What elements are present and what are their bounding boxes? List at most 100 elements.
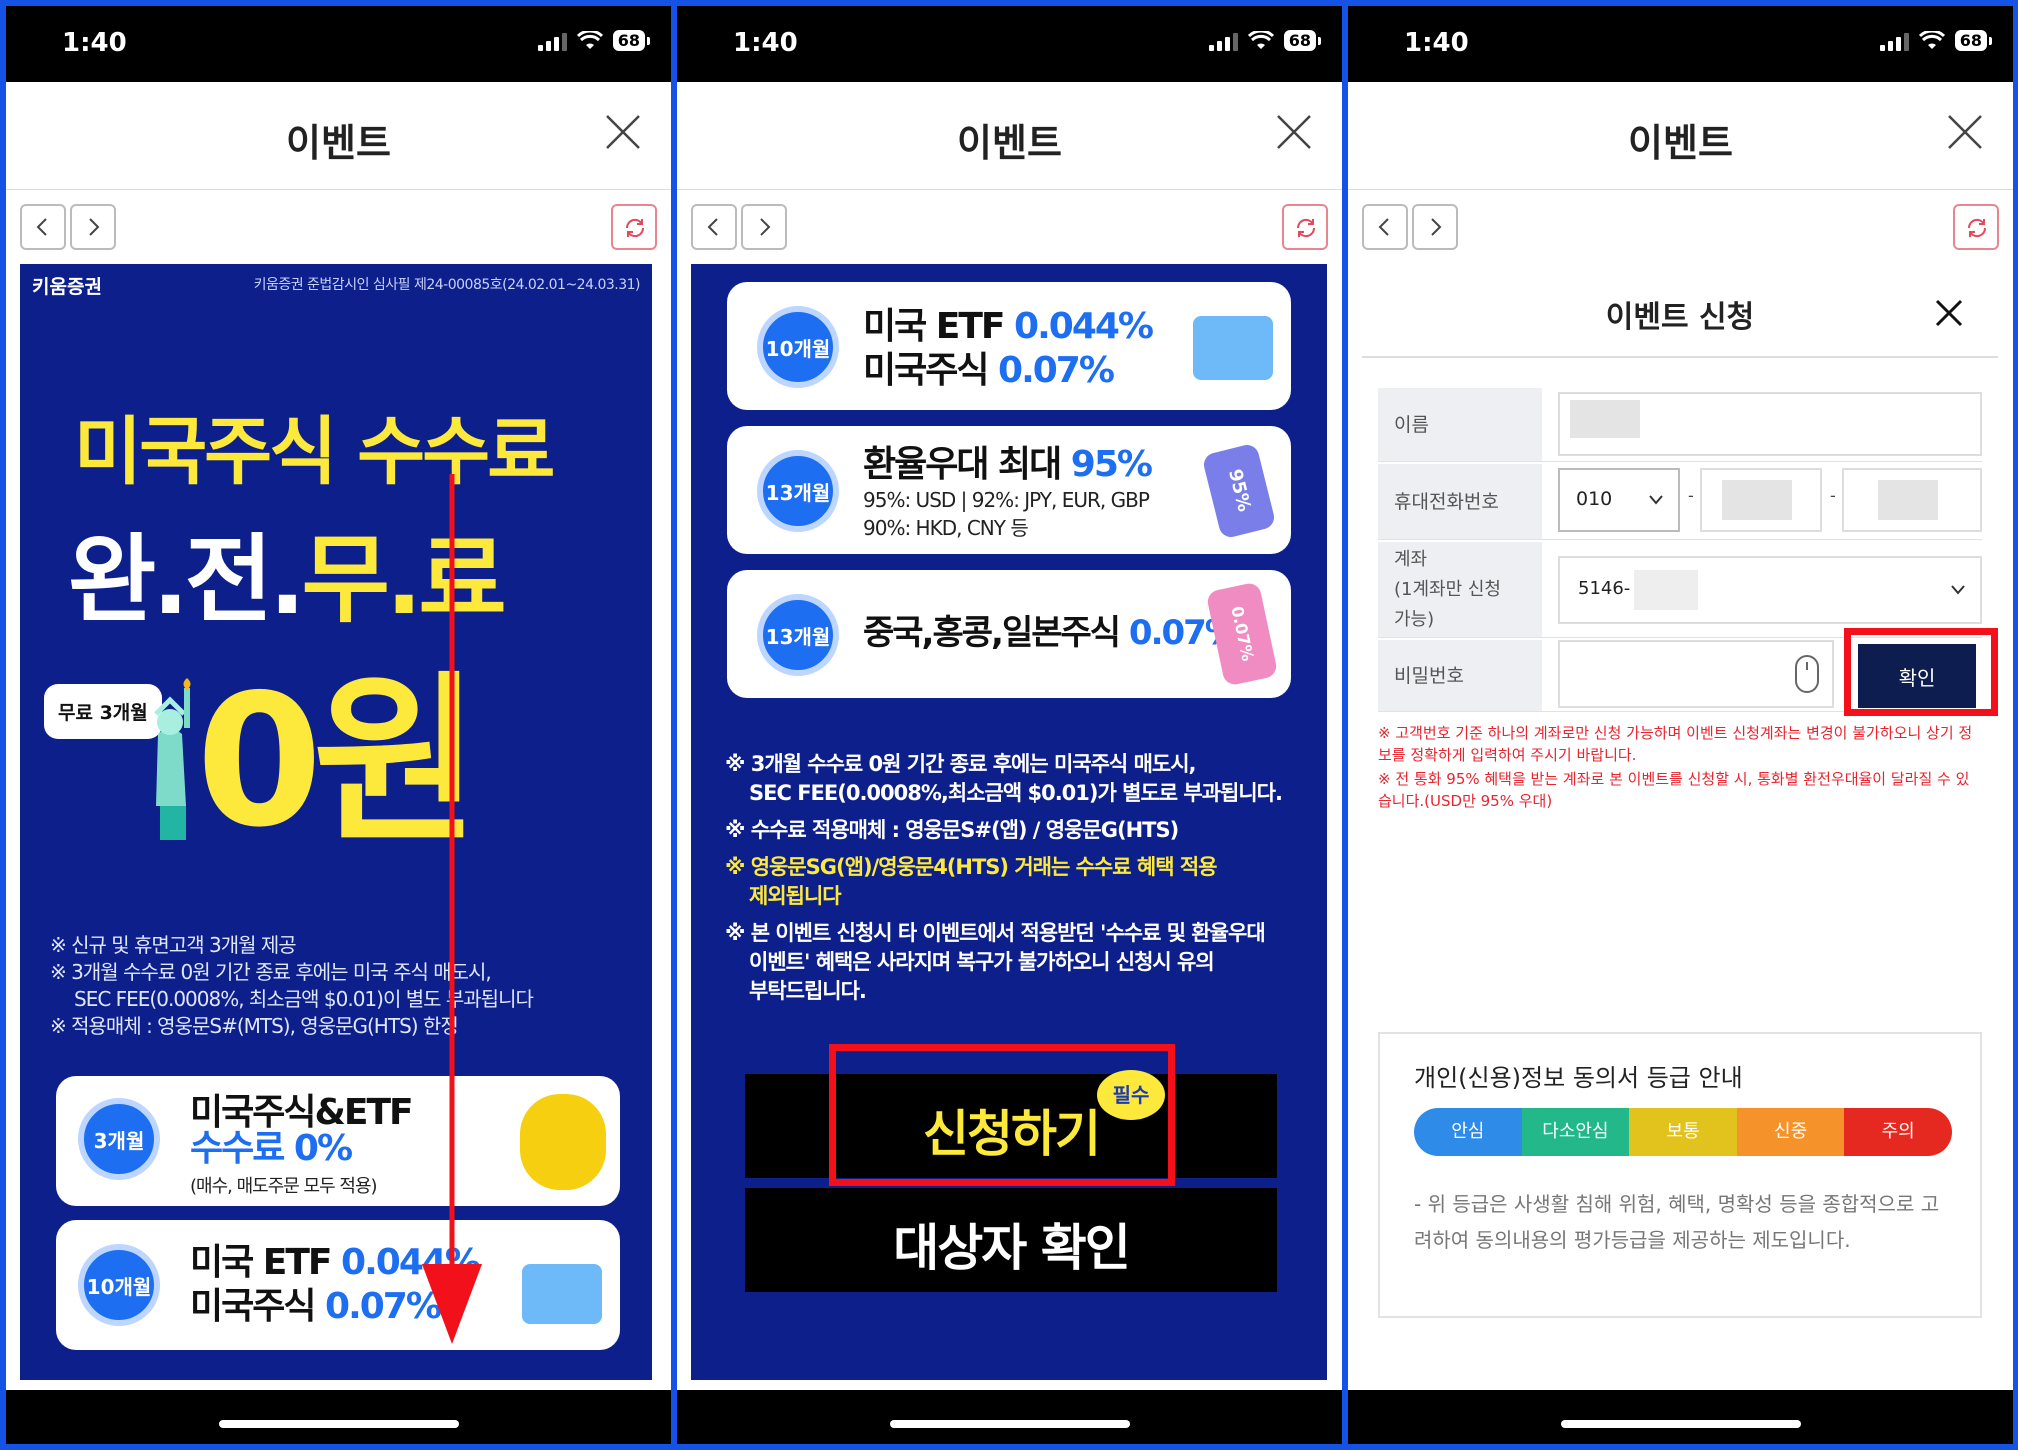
page-title: 이벤트	[1628, 121, 1733, 165]
home-indicator	[677, 1390, 1342, 1444]
legal-notice: 키움증권 준법감시인 심사필 제24-00085호(24.02.01~24.03…	[253, 277, 641, 293]
price-tag-icon-95: 95%	[1201, 442, 1277, 540]
name-label: 이름	[1378, 388, 1542, 461]
badge-10m: 10개월	[757, 306, 839, 388]
phone-middle-redacted	[1722, 480, 1792, 520]
card-3m-line1: 미국주식&ETF	[190, 1092, 414, 1133]
card-3m-line3: (매수, 매도주문 모두 적용)	[190, 1176, 378, 1197]
refresh-button[interactable]	[1953, 204, 1999, 250]
phone-last-field[interactable]	[1842, 468, 1982, 532]
status-icons: 68	[1879, 30, 1993, 51]
status-icons: 68	[1208, 30, 1322, 51]
page-header: 이벤트	[6, 82, 671, 190]
browser-nav	[6, 190, 671, 256]
check-eligibility-button[interactable]: 대상자 확인	[745, 1188, 1277, 1292]
signal-icon	[1879, 31, 1909, 51]
notes-block: ※ 3개월 수수료 0원 기간 종료 후에는 미국주식 매도시, SEC FEE…	[725, 752, 1283, 1003]
back-button[interactable]	[1362, 204, 1408, 250]
status-bar: 1:40 68	[1348, 6, 2013, 82]
chevron-left-icon	[1378, 218, 1389, 236]
name-redacted	[1570, 400, 1640, 438]
chevron-down-icon	[1649, 495, 1663, 505]
benefit-card-10m: 10개월 미국 ETF 0.044% 미국주식 0.07%	[56, 1220, 620, 1350]
phone-dash-1: -	[1688, 486, 1694, 505]
check-eligibility-label: 대상자 확인	[893, 1219, 1130, 1277]
scroll-down-arrow	[422, 474, 482, 1344]
wifi-icon	[1918, 30, 1945, 49]
card-asia-line1: 중국,홍콩,일본주식 0.07%	[863, 613, 1239, 653]
password-row: 비밀번호 확인	[1378, 628, 1998, 716]
chevron-left-icon	[36, 218, 47, 236]
back-button[interactable]	[20, 204, 66, 250]
badge-13m-asia: 13개월	[757, 594, 839, 676]
highlight-apply	[829, 1044, 1175, 1186]
form-title-bar: 이벤트 신청	[1362, 272, 1998, 358]
browser-nav	[1348, 190, 2013, 256]
grade-mostly-safe: 다소안심	[1521, 1108, 1630, 1156]
close-icon[interactable]	[1934, 298, 1964, 328]
consent-grade-box: 개인(신용)정보 동의서 등급 안내 - 위 등급은 사생활 침해 위험, 혜택…	[1378, 1032, 1982, 1318]
refresh-button[interactable]	[1282, 204, 1328, 250]
refresh-icon	[1296, 218, 1316, 238]
forward-button[interactable]	[741, 204, 787, 250]
account-label: 계좌 (1계좌만 신청 가능)	[1378, 542, 1542, 637]
refresh-icon	[625, 218, 645, 238]
wifi-icon	[576, 30, 603, 49]
phone-prefix-select[interactable]: 010	[1558, 468, 1680, 532]
battery-icon: 68	[1283, 30, 1322, 51]
chevron-right-icon	[760, 218, 771, 236]
brand-logo: 키움증권	[32, 276, 102, 298]
envelope-icon	[522, 1264, 602, 1324]
phone-screen-1: 1:40 68 이벤트 키움증권 키움증권 준법감시인 심사필 제24-0008…	[6, 6, 671, 1444]
close-icon[interactable]	[1945, 112, 1985, 152]
signal-icon	[1208, 31, 1238, 51]
phone-screen-3: 1:40 68 이벤트 이벤트 신청 이름 휴대전화번호 010 - - 계좌 …	[1348, 6, 2013, 1444]
page-header: 이벤트	[677, 82, 1342, 190]
name-field[interactable]	[1558, 392, 1982, 456]
refresh-button[interactable]	[611, 204, 657, 250]
benefit-card-fx: 13개월 환율우대 최대 95% 95%: USD | 92%: JPY, EU…	[727, 426, 1291, 554]
status-time: 1:40	[62, 28, 127, 58]
grade-normal: 보통	[1629, 1108, 1737, 1156]
warning-2: ※ 전 통화 95% 혜택을 받는 계좌로 본 이벤트를 신청할 시, 통화별 …	[1378, 770, 1970, 810]
status-time: 1:40	[1404, 28, 1469, 58]
badge-13m-fx: 13개월	[757, 450, 839, 532]
signal-icon	[537, 31, 567, 51]
back-button[interactable]	[691, 204, 737, 250]
close-icon[interactable]	[603, 112, 643, 152]
grade-safe: 안심	[1414, 1108, 1522, 1156]
phone-prefix-value: 010	[1576, 488, 1613, 510]
card-10m-line2: 미국주식 0.07%	[190, 1286, 442, 1327]
account-redacted	[1634, 570, 1698, 610]
grade-caution: 신중	[1736, 1108, 1845, 1156]
wifi-icon	[1247, 30, 1274, 49]
account-value: 5146-	[1578, 578, 1631, 599]
browser-nav	[677, 190, 1342, 256]
event-banner: 키움증권 키움증권 준법감시인 심사필 제24-00085호(24.02.01~…	[20, 264, 652, 1380]
grade-warning: 주의	[1844, 1108, 1952, 1156]
forward-button[interactable]	[70, 204, 116, 250]
card-10m-line1: 미국 ETF 0.044%	[863, 306, 1154, 347]
phone-row: 휴대전화번호 010 - -	[1378, 464, 1982, 540]
page-title: 이벤트	[957, 121, 1062, 165]
card-10m-line2: 미국주식 0.07%	[863, 350, 1115, 391]
phone-last-redacted	[1878, 480, 1938, 520]
battery-icon: 68	[612, 30, 651, 51]
form-title: 이벤트 신청	[1605, 300, 1755, 335]
benefit-card-asia: 13개월 중국,홍콩,일본주식 0.07% 0.07%	[727, 570, 1291, 698]
forward-button[interactable]	[1412, 204, 1458, 250]
close-icon[interactable]	[1274, 112, 1314, 152]
grade-gauge: 안심 다소안심 보통 신중 주의	[1414, 1108, 1952, 1156]
password-field[interactable]	[1558, 640, 1834, 708]
page-header: 이벤트	[1348, 82, 2013, 190]
account-select[interactable]: 5146-	[1558, 556, 1982, 624]
badge-3m: 3개월	[78, 1098, 160, 1180]
chevron-right-icon	[89, 218, 100, 236]
envelope-icon	[1193, 316, 1273, 380]
chevron-right-icon	[1431, 218, 1442, 236]
consent-grade-desc: - 위 등급은 사생활 침해 위험, 혜택, 명확성 등을 종합적으로 고려하여…	[1414, 1192, 1940, 1252]
phone-middle-field[interactable]	[1700, 468, 1822, 532]
home-indicator	[6, 1390, 671, 1444]
phone-dash-2: -	[1830, 486, 1836, 505]
account-row: 계좌 (1계좌만 신청 가능) 5146-	[1378, 542, 1982, 638]
